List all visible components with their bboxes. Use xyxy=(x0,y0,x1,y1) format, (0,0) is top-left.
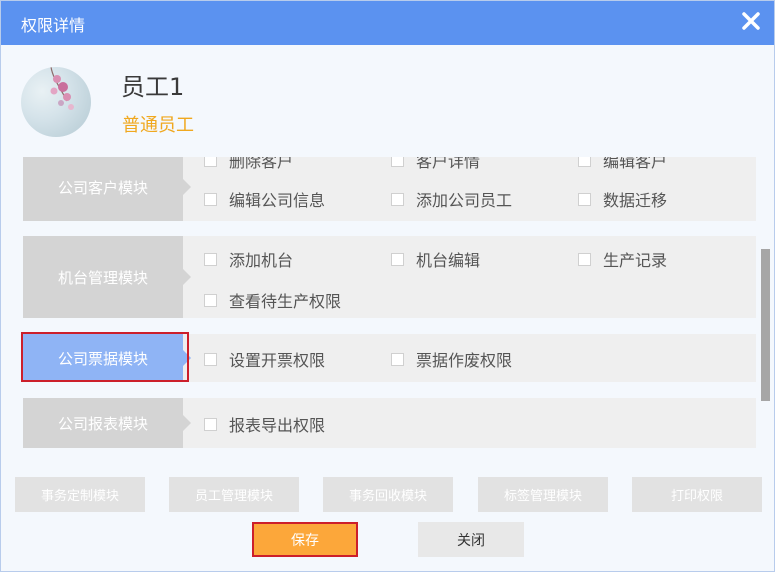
permission-item[interactable]: 编辑公司信息 xyxy=(204,187,325,211)
module-label[interactable]: 公司报表模块 xyxy=(23,398,191,448)
dialog-titlebar: 权限详情 xyxy=(1,1,774,45)
module-machine: 机台管理模块 添加机台 机台编辑 生产记录 查看待生产权限 xyxy=(23,236,756,318)
scrollbar-thumb[interactable] xyxy=(761,249,770,401)
checkbox-icon[interactable] xyxy=(391,252,404,266)
permission-item[interactable]: 机台编辑 xyxy=(391,247,480,271)
checkbox-icon[interactable] xyxy=(204,157,217,167)
checkbox-icon[interactable] xyxy=(204,352,217,366)
permission-item[interactable]: 报表导出权限 xyxy=(204,412,325,436)
permission-item[interactable]: 编辑客户 xyxy=(578,157,667,172)
checkbox-icon[interactable] xyxy=(391,192,404,206)
permission-item[interactable]: 添加公司员工 xyxy=(391,187,512,211)
permission-item[interactable]: 删除客户 xyxy=(204,157,293,172)
module-label[interactable]: 机台管理模块 xyxy=(23,236,191,318)
checkbox-icon[interactable] xyxy=(204,417,217,431)
checkbox-icon[interactable] xyxy=(578,192,591,206)
close-button[interactable]: 关闭 xyxy=(418,522,524,557)
permission-item[interactable]: 票据作废权限 xyxy=(391,347,512,371)
tab-affair-custom[interactable]: 事务定制模块 xyxy=(15,477,145,512)
tab-print-permission[interactable]: 打印权限 xyxy=(632,477,762,512)
avatar xyxy=(21,67,91,137)
close-icon[interactable] xyxy=(740,10,762,32)
checkbox-icon[interactable] xyxy=(204,293,217,307)
permission-item[interactable]: 数据迁移 xyxy=(578,187,667,211)
module-label[interactable]: 公司客户模块 xyxy=(23,157,191,221)
permission-item[interactable]: 生产记录 xyxy=(578,247,667,271)
tab-tag-management[interactable]: 标签管理模块 xyxy=(478,477,608,512)
checkbox-icon[interactable] xyxy=(204,192,217,206)
employee-name: 员工1 xyxy=(121,73,185,101)
checkbox-icon[interactable] xyxy=(578,157,591,167)
permission-item[interactable]: 客户详情 xyxy=(391,157,480,172)
tab-affair-recycle[interactable]: 事务回收模块 xyxy=(323,477,453,512)
permission-item[interactable]: 查看待生产权限 xyxy=(204,288,341,312)
permission-item[interactable]: 设置开票权限 xyxy=(204,347,325,371)
module-report: 公司报表模块 报表导出权限 xyxy=(23,398,756,448)
permission-dialog: 权限详情 员工1 普通员工 公司客户模块 删除客户 客户详情 编辑客户 编辑公司… xyxy=(0,0,775,572)
checkbox-icon[interactable] xyxy=(578,252,591,266)
checkbox-icon[interactable] xyxy=(391,352,404,366)
tab-employee-management[interactable]: 员工管理模块 xyxy=(169,477,299,512)
module-customer: 公司客户模块 删除客户 客户详情 编辑客户 编辑公司信息 添加公司员工 数据迁移 xyxy=(23,157,756,221)
selection-highlight xyxy=(21,332,189,382)
save-button[interactable]: 保存 xyxy=(252,522,358,557)
permission-item[interactable]: 添加机台 xyxy=(204,247,293,271)
module-invoice: 公司票据模块 设置开票权限 票据作废权限 xyxy=(21,332,756,382)
dialog-title: 权限详情 xyxy=(21,16,86,35)
checkbox-icon[interactable] xyxy=(391,157,404,167)
employee-role: 普通员工 xyxy=(122,115,194,136)
permission-list: 公司客户模块 删除客户 客户详情 编辑客户 编辑公司信息 添加公司员工 数据迁移… xyxy=(1,157,774,455)
checkbox-icon[interactable] xyxy=(204,252,217,266)
